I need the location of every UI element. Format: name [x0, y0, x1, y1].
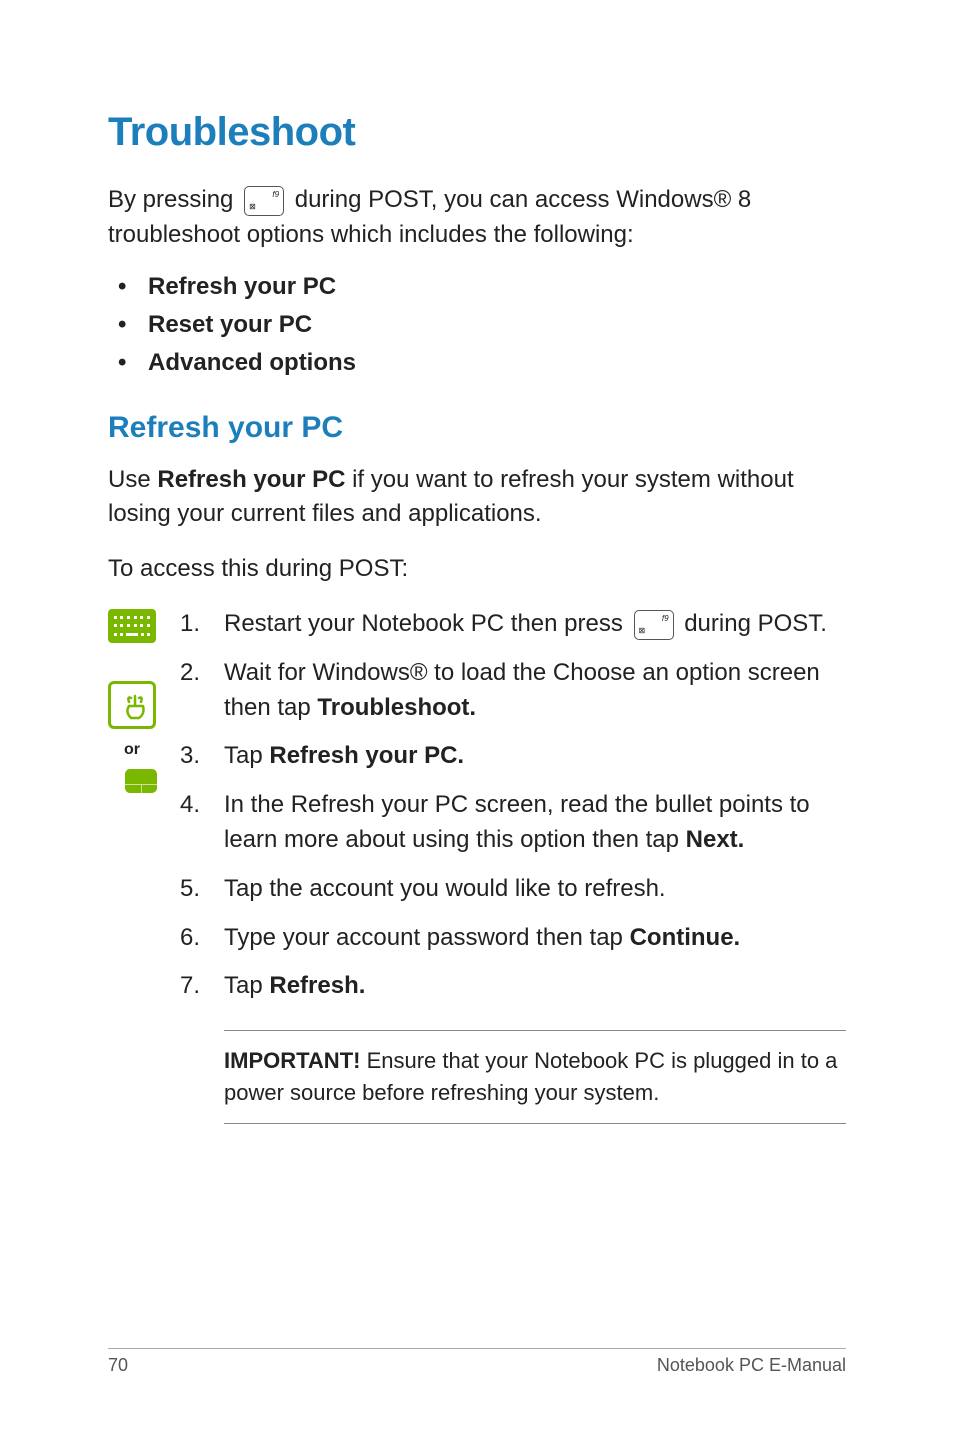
note-label: IMPORTANT!	[224, 1048, 367, 1073]
option-refresh-label: Refresh your PC	[148, 273, 336, 300]
f9-key-label-2: f9	[662, 613, 669, 625]
step-6-a: Type your account password then tap	[224, 924, 630, 951]
step-7-a: Tap	[224, 972, 269, 999]
access-line: To access this during POST:	[108, 552, 846, 587]
option-reset: Reset your PC	[148, 311, 846, 339]
step-7: Tap Refresh.	[180, 969, 846, 1004]
or-label: or	[108, 741, 156, 759]
footer-label: Notebook PC E-Manual	[657, 1355, 846, 1376]
option-advanced-label: Advanced options	[148, 349, 356, 376]
step-1: Restart your Notebook PC then press ⊠f9 …	[180, 607, 846, 642]
step-6-b: Continue.	[630, 924, 741, 951]
step-1-b: during POST.	[678, 610, 827, 637]
step-3-b: Refresh your PC.	[269, 742, 464, 769]
option-reset-label: Reset your PC	[148, 311, 312, 338]
page-footer: 70 Notebook PC E-Manual	[108, 1348, 846, 1376]
keyboard-icon	[108, 609, 156, 643]
refresh-intro: Use Refresh your PC if you want to refre…	[108, 463, 846, 533]
intro-text-a: By pressing	[108, 186, 240, 213]
step-4-b: Next.	[686, 826, 745, 853]
step-6: Type your account password then tap Cont…	[180, 921, 846, 956]
icons-column: or	[108, 607, 174, 793]
step-1-a: Restart your Notebook PC then press	[224, 610, 630, 637]
section-subhead: Refresh your PC	[108, 411, 846, 445]
step-3: Tap Refresh your PC.	[180, 739, 846, 774]
step-2-a: Wait for Windows® to load the Choose an …	[224, 659, 820, 721]
page-title: Troubleshoot	[108, 110, 846, 155]
f9-key-icon: ⊠f9	[244, 186, 284, 216]
options-list: Refresh your PC Reset your PC Advanced o…	[148, 273, 846, 377]
f9-key-label: f9	[272, 189, 279, 201]
refresh-intro-a: Use	[108, 466, 157, 493]
page-number: 70	[108, 1355, 128, 1376]
step-3-a: Tap	[224, 742, 269, 769]
intro-paragraph: By pressing ⊠f9 during POST, you can acc…	[108, 183, 846, 253]
touch-icon	[108, 681, 156, 729]
step-5: Tap the account you would like to refres…	[180, 872, 846, 907]
step-2-b: Troubleshoot.	[317, 694, 476, 721]
option-advanced: Advanced options	[148, 349, 846, 377]
step-7-b: Refresh.	[269, 972, 365, 999]
step-2: Wait for Windows® to load the Choose an …	[180, 656, 846, 726]
step-4: In the Refresh your PC screen, read the …	[180, 788, 846, 858]
f9-key-icon-2: ⊠f9	[634, 610, 674, 640]
important-note: IMPORTANT! Ensure that your Notebook PC …	[224, 1030, 846, 1124]
option-refresh: Refresh your PC	[148, 273, 846, 301]
steps-list: Restart your Notebook PC then press ⊠f9 …	[180, 607, 846, 1004]
touchpad-icon	[125, 769, 157, 793]
refresh-intro-b: Refresh your PC	[157, 466, 345, 493]
